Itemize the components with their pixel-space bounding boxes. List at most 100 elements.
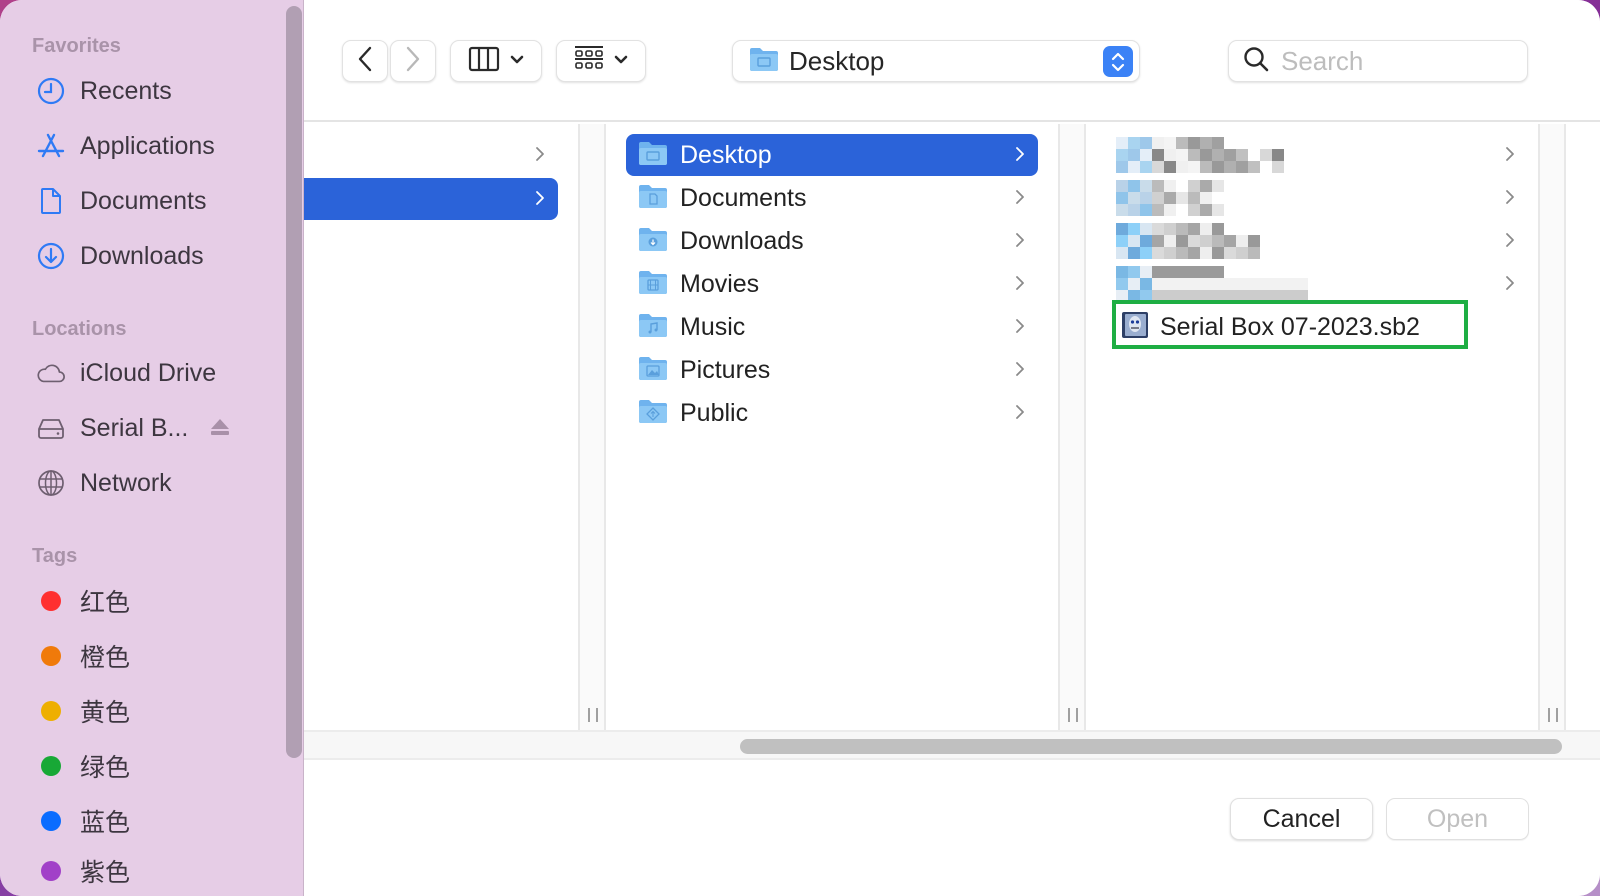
chevron-right-icon <box>534 188 546 213</box>
sidebar-item-label: 蓝色 <box>80 809 131 837</box>
folder-row-public[interactable]: Public <box>626 392 1038 434</box>
location-path-popup[interactable]: Desktop <box>732 40 1140 82</box>
grid-group-icon <box>574 45 604 78</box>
eject-icon[interactable] <box>210 418 230 441</box>
folder-name: Movies <box>680 269 760 298</box>
sidebar-item-label: Applications <box>80 131 215 160</box>
sidebar-item-label: 橙色 <box>80 644 131 672</box>
pixelated-folder-row[interactable] <box>1116 134 1528 176</box>
folder-name: Public <box>680 398 749 427</box>
folder-name: Music <box>680 312 746 341</box>
sidebar-scrollbar[interactable] <box>286 6 302 758</box>
pixelated-folder-row[interactable] <box>1116 220 1528 262</box>
cloud-icon <box>36 358 66 388</box>
sidebar-item-documents[interactable]: Documents <box>36 181 276 221</box>
documents-folder-icon <box>638 183 668 214</box>
sidebar-tag-green[interactable]: 绿色 <box>36 746 276 786</box>
sidebar-tag-red[interactable]: 红色 <box>36 581 276 621</box>
sidebar-item-icloud-drive[interactable]: iCloud Drive <box>36 353 276 393</box>
document-icon <box>36 186 66 216</box>
view-mode-button[interactable] <box>450 40 542 82</box>
chevron-left-icon <box>357 46 373 77</box>
sidebar: Favorites Recents Applications Documents… <box>0 0 304 896</box>
search-field[interactable] <box>1228 40 1528 82</box>
sidebar-tag-orange[interactable]: 橙色 <box>36 636 276 676</box>
folder-row-pictures[interactable]: Pictures <box>626 349 1038 391</box>
column-row-selected[interactable] <box>304 178 558 220</box>
sidebar-item-label: 绿色 <box>80 754 131 782</box>
cancel-button[interactable]: Cancel <box>1230 798 1373 840</box>
open-button[interactable]: Open <box>1386 798 1529 840</box>
tags-section-title: Tags <box>32 545 78 567</box>
sidebar-item-label: 红色 <box>80 589 131 617</box>
forward-button[interactable] <box>390 40 436 82</box>
column-resize-handle[interactable] <box>1058 124 1086 730</box>
sidebar-item-recents[interactable]: Recents <box>36 71 276 111</box>
sidebar-item-label: 黄色 <box>80 699 131 727</box>
column-browser: Desktop Documents Downloads Movies Music Pict… <box>304 124 1600 730</box>
locations-section-title: Locations <box>32 318 127 340</box>
sidebar-item-label: 紫色 <box>80 859 131 887</box>
folder-name: Pictures <box>680 355 771 384</box>
download-icon <box>36 241 66 271</box>
chevron-right-icon <box>1014 402 1026 427</box>
folder-row-desktop[interactable]: Desktop <box>626 134 1038 176</box>
open-file-dialog: Favorites Recents Applications Documents… <box>0 0 1600 896</box>
pixelated-folder-row[interactable] <box>1116 263 1528 305</box>
sidebar-item-network[interactable]: Network <box>36 463 276 503</box>
sidebar-tag-blue[interactable]: 蓝色 <box>36 801 276 841</box>
tag-dot-icon <box>41 591 61 611</box>
tag-dot-icon <box>41 701 61 721</box>
horizontal-scroll-thumb[interactable] <box>740 739 1562 754</box>
pictures-folder-icon <box>638 355 668 386</box>
sidebar-item-serial-box-volume[interactable]: Serial B... <box>36 408 276 448</box>
file-name: Serial Box 07-2023.sb2 <box>1160 312 1420 341</box>
column-1 <box>304 124 578 730</box>
sidebar-tag-yellow[interactable]: 黄色 <box>36 691 276 731</box>
column-row[interactable] <box>304 134 558 176</box>
serial-box-file-icon <box>1120 310 1150 345</box>
folder-row-music[interactable]: Music <box>626 306 1038 348</box>
chevron-right-icon <box>1504 187 1516 212</box>
chevron-right-icon <box>1014 187 1026 212</box>
dialog-footer: Cancel Open <box>304 760 1600 896</box>
folder-row-downloads[interactable]: Downloads <box>626 220 1038 262</box>
location-path-label: Desktop <box>789 45 885 76</box>
sidebar-item-label: Downloads <box>80 241 204 270</box>
sidebar-item-downloads[interactable]: Downloads <box>36 236 276 276</box>
folder-row-documents[interactable]: Documents <box>626 177 1038 219</box>
sidebar-tag-purple[interactable]: 紫色 <box>36 851 276 891</box>
back-button[interactable] <box>342 40 388 82</box>
globe-icon <box>36 468 66 498</box>
column-resize-handle[interactable] <box>578 124 606 730</box>
folder-name: Downloads <box>680 226 804 255</box>
chevron-right-icon <box>1504 144 1516 169</box>
horizontal-scrollbar[interactable] <box>304 730 1600 760</box>
downloads-folder-icon <box>638 226 668 257</box>
search-icon <box>1243 46 1269 77</box>
music-folder-icon <box>638 312 668 343</box>
sidebar-item-label: Network <box>80 468 172 497</box>
chevron-right-icon <box>1504 230 1516 255</box>
drive-icon <box>36 413 66 443</box>
column-3: Serial Box 07-2023.sb2 <box>1086 124 1538 730</box>
applications-icon <box>36 131 66 161</box>
sidebar-item-label: Recents <box>80 76 172 105</box>
sidebar-item-label: Documents <box>80 186 207 215</box>
chevron-right-icon <box>1014 230 1026 255</box>
folder-row-movies[interactable]: Movies <box>626 263 1038 305</box>
resize-grip-icon <box>1068 708 1078 722</box>
chevron-right-icon <box>1014 273 1026 298</box>
chevron-right-icon <box>1014 359 1026 384</box>
sidebar-item-applications[interactable]: Applications <box>36 126 276 166</box>
search-input[interactable] <box>1281 45 1501 77</box>
file-row-serial-box[interactable]: Serial Box 07-2023.sb2 <box>1116 306 1528 348</box>
chevron-right-icon <box>1014 144 1026 169</box>
sidebar-item-label: Serial B... <box>80 413 189 442</box>
chevron-down-icon <box>614 52 628 70</box>
group-by-button[interactable] <box>556 40 646 82</box>
column-resize-handle[interactable] <box>1538 124 1566 730</box>
pixelated-filename-redaction <box>1116 266 1308 302</box>
folder-name: Desktop <box>680 140 772 169</box>
pixelated-folder-row[interactable] <box>1116 177 1528 219</box>
